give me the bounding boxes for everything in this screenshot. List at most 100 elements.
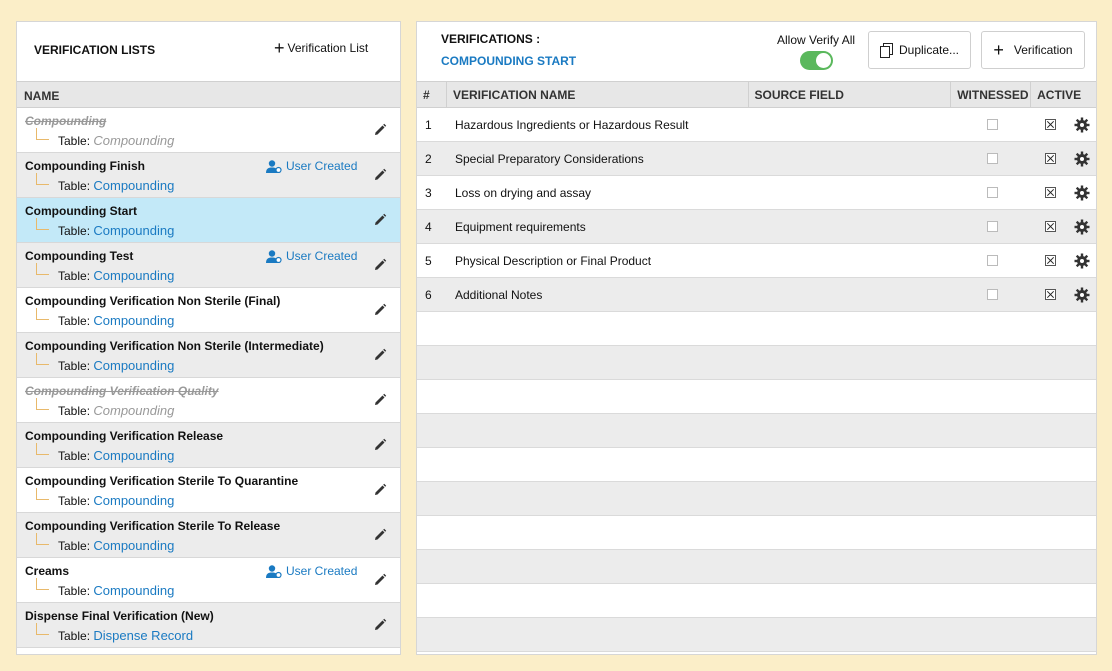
list-item-table: Table: Compounding [58, 178, 174, 193]
list-item-table: Table: Compounding [58, 538, 174, 553]
user-icon [266, 564, 286, 578]
settings-gear-icon[interactable] [1074, 185, 1090, 201]
column-header-source-field[interactable]: SOURCE FIELD [749, 82, 952, 107]
duplicate-button[interactable]: Duplicate... [868, 31, 971, 69]
settings-gear-icon[interactable] [1074, 219, 1090, 235]
settings-gear-icon[interactable] [1074, 253, 1090, 269]
verification-list-item[interactable]: Compounding Table: Compounding [17, 108, 400, 153]
column-header-verification-name[interactable]: VERIFICATION NAME [447, 82, 749, 107]
add-verification-list-button[interactable]: + Verification List [274, 38, 368, 58]
active-checkbox[interactable] [1045, 153, 1057, 164]
settings-gear-icon[interactable] [1074, 287, 1090, 303]
add-verification-label: Verification [1013, 43, 1073, 57]
selected-list-name: COMPOUNDING START [441, 54, 577, 68]
add-verification-button[interactable]: + Verification [981, 31, 1085, 69]
verification-list-item[interactable]: Compounding Verification Non Sterile (Fi… [17, 288, 400, 333]
verification-list-item[interactable]: Compounding Verification Non Sterile (In… [17, 333, 400, 378]
verification-list-item[interactable]: Compounding Verification Release Table: C… [17, 423, 400, 468]
row-verification-name: Hazardous Ingredients or Hazardous Resul… [454, 117, 689, 132]
edit-pencil-icon[interactable] [373, 393, 387, 407]
edit-pencil-icon[interactable] [373, 528, 387, 542]
plus-icon: + [993, 40, 1004, 60]
verification-lists-title: VERIFICATION LISTS [34, 43, 156, 57]
verification-list-item[interactable]: Compounding Verification Sterile To Quar… [17, 468, 400, 513]
column-header-number[interactable]: # [417, 82, 447, 107]
list-item-table: Table: Dispense Record [58, 628, 193, 643]
row-active-cell [1031, 187, 1057, 198]
row-verification-name: Additional Notes [454, 287, 543, 302]
table-name-link[interactable]: Compounding [93, 223, 174, 238]
row-active-cell [1031, 221, 1057, 232]
row-settings-cell [1056, 287, 1096, 303]
table-name-link[interactable]: Compounding [93, 358, 174, 373]
table-name-link[interactable]: Dispense Record [93, 628, 193, 643]
table-name-link[interactable]: Compounding [93, 493, 174, 508]
list-item-name: Compounding Verification Quality [25, 384, 219, 398]
verification-row[interactable]: 5 Physical Description or Final Product [417, 244, 1096, 278]
edit-pencil-icon[interactable] [373, 303, 387, 317]
witnessed-checkbox[interactable] [986, 119, 998, 130]
table-name-link[interactable]: Compounding [93, 538, 174, 553]
name-column-header[interactable]: NAME [17, 81, 400, 108]
list-item-name: Dispense Final Verification (New) [25, 609, 214, 623]
witnessed-checkbox[interactable] [986, 153, 998, 164]
edit-pencil-icon[interactable] [373, 438, 387, 452]
table-prefix: Table: [58, 269, 91, 283]
row-witnessed-cell [951, 187, 1031, 198]
list-item-name: Compounding Verification Sterile To Quar… [25, 474, 299, 488]
verification-list-item[interactable]: Compounding Start Table: Compounding [17, 198, 400, 243]
witnessed-checkbox[interactable] [986, 255, 998, 266]
edit-pencil-icon[interactable] [373, 168, 387, 182]
list-item-name: Compounding [25, 114, 107, 128]
row-number: 1 [425, 117, 432, 132]
table-prefix: Table: [58, 179, 91, 193]
verification-list-item[interactable]: Compounding Finish Table: Compounding User… [17, 153, 400, 198]
column-header-witnessed[interactable]: WITNESSED [951, 82, 1032, 107]
active-checkbox[interactable] [1045, 221, 1057, 232]
row-number: 2 [425, 151, 432, 166]
verification-row[interactable]: 2 Special Preparatory Considerations [417, 142, 1096, 176]
table-name-link[interactable]: Compounding [93, 268, 174, 283]
column-header-active[interactable]: ACTIVE [1031, 82, 1096, 107]
verification-list-item[interactable]: Creams Table: Compounding User Created [17, 558, 400, 603]
active-checkbox[interactable] [1045, 255, 1057, 266]
row-witnessed-cell [951, 221, 1031, 232]
table-name-link[interactable]: Compounding [93, 448, 174, 463]
table-name-link[interactable]: Compounding [93, 313, 174, 328]
duplicate-label: Duplicate... [898, 43, 960, 57]
table-name-link[interactable]: Compounding [93, 403, 174, 418]
edit-pencil-icon[interactable] [373, 213, 387, 227]
edit-pencil-icon[interactable] [373, 123, 387, 137]
row-verification-name: Loss on drying and assay [454, 185, 592, 200]
settings-gear-icon[interactable] [1074, 117, 1090, 133]
edit-pencil-icon[interactable] [373, 348, 387, 362]
witnessed-checkbox[interactable] [986, 289, 998, 300]
allow-verify-all-toggle[interactable] [800, 51, 833, 70]
active-checkbox[interactable] [1045, 289, 1057, 300]
row-verification-name: Equipment requirements [454, 219, 586, 234]
active-checkbox[interactable] [1045, 187, 1057, 198]
verification-row[interactable]: 4 Equipment requirements [417, 210, 1096, 244]
verification-list-item[interactable]: Compounding Verification Sterile To Rele… [17, 513, 400, 558]
verification-list-item[interactable]: Dispense Final Verification (New) Table: … [17, 603, 400, 648]
verification-row[interactable]: 3 Loss on drying and assay [417, 176, 1096, 210]
edit-pencil-icon[interactable] [373, 483, 387, 497]
plus-icon: + [274, 38, 285, 58]
edit-pencil-icon[interactable] [373, 618, 387, 632]
witnessed-checkbox[interactable] [986, 187, 998, 198]
verification-row[interactable]: 1 Hazardous Ingredients or Hazardous Resu… [417, 108, 1096, 142]
edit-pencil-icon[interactable] [373, 258, 387, 272]
table-name-link[interactable]: Compounding [93, 583, 174, 598]
settings-gear-icon[interactable] [1074, 151, 1090, 167]
verification-list-item[interactable]: Compounding Verification Quality Table: C… [17, 378, 400, 423]
empty-row [417, 448, 1096, 482]
tree-connector [36, 488, 49, 500]
verification-list-item[interactable]: Compounding Test Table: Compounding User C… [17, 243, 400, 288]
verification-row[interactable]: 6 Additional Notes [417, 278, 1096, 312]
active-checkbox[interactable] [1045, 119, 1057, 130]
table-name-link[interactable]: Compounding [93, 178, 174, 193]
list-item-table: Table: Compounding [58, 268, 174, 283]
witnessed-checkbox[interactable] [986, 221, 998, 232]
table-name-link[interactable]: Compounding [93, 133, 174, 148]
edit-pencil-icon[interactable] [373, 573, 387, 587]
